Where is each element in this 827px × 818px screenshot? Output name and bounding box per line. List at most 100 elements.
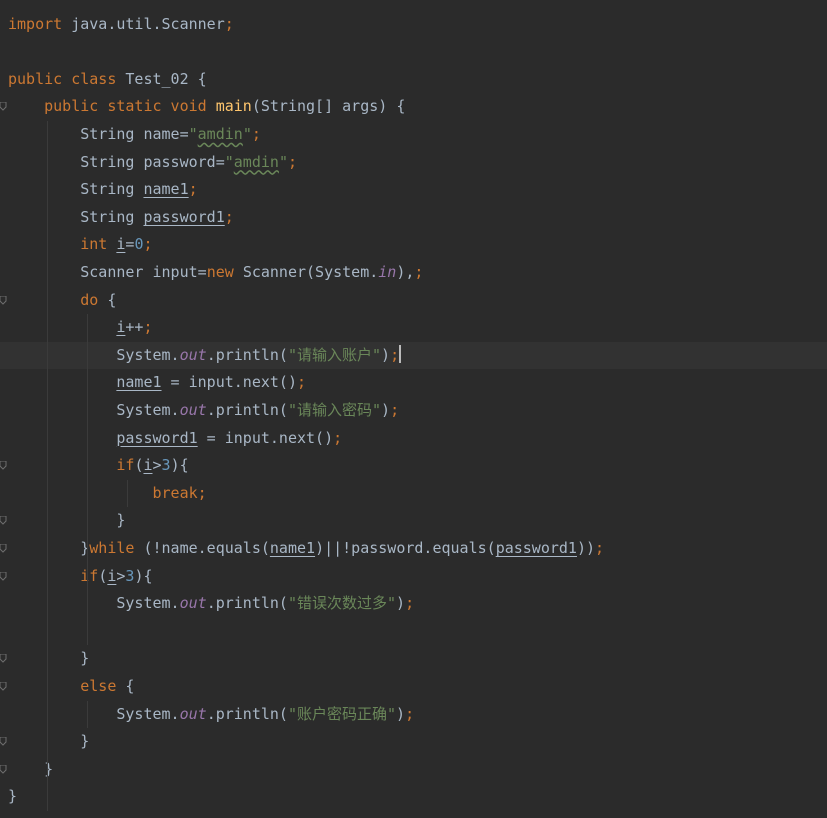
code-token: break xyxy=(152,483,198,502)
fold-icon[interactable] xyxy=(0,681,7,691)
code-text: String password="amdin"; xyxy=(8,149,297,177)
code-line[interactable]: }while (!name.equals(name1)||!password.e… xyxy=(0,535,827,563)
code-token: )||!password.equals( xyxy=(315,538,496,557)
code-token: name1 xyxy=(116,373,162,392)
code-token: ; xyxy=(297,373,307,392)
code-line[interactable]: int i=0; xyxy=(0,231,827,259)
code-token: public class xyxy=(8,69,126,88)
code-line[interactable]: public static void main(String[] args) { xyxy=(0,93,827,121)
code-token: name1 xyxy=(269,538,316,557)
code-token: String xyxy=(8,207,144,226)
indent-guide xyxy=(87,700,88,729)
code-line[interactable]: else { xyxy=(0,673,827,701)
code-token: ) xyxy=(381,345,391,364)
fold-icon[interactable] xyxy=(0,654,7,664)
code-line[interactable]: password1 = input.next(); xyxy=(0,425,827,453)
code-line[interactable] xyxy=(0,38,827,66)
code-text: i++; xyxy=(8,314,152,342)
code-text: }while (!name.equals(name1)||!password.e… xyxy=(8,535,604,563)
code-token: ; xyxy=(287,152,297,171)
code-token: "请输入密码" xyxy=(287,400,382,419)
code-token: (!name.equals( xyxy=(143,538,270,557)
code-text: System.out.println("错误次数过多"); xyxy=(8,590,414,618)
code-token: if xyxy=(80,566,99,585)
code-line[interactable]: import java.util.Scanner; xyxy=(0,11,827,39)
code-line[interactable]: String name="amdin"; xyxy=(0,121,827,149)
fold-icon[interactable] xyxy=(0,516,7,526)
code-token: System. xyxy=(8,345,180,364)
code-token: Scanner(System. xyxy=(242,262,379,281)
code-line[interactable]: if(i>3){ xyxy=(0,563,827,591)
code-token: main xyxy=(215,97,252,116)
code-line[interactable]: break; xyxy=(0,480,827,508)
code-line[interactable]: Scanner input=new Scanner(System.in),; xyxy=(0,259,827,287)
indent-guide xyxy=(127,479,128,508)
code-text: public class Test_02 { xyxy=(8,66,207,94)
code-line[interactable] xyxy=(0,618,827,646)
code-line[interactable]: } xyxy=(0,783,827,811)
code-line[interactable]: if(i>3){ xyxy=(0,452,827,480)
code-line[interactable]: } xyxy=(0,728,827,756)
code-token: " xyxy=(224,152,234,171)
code-text: String name="amdin"; xyxy=(8,121,261,149)
code-token: String password= xyxy=(8,152,225,171)
code-line[interactable]: System.out.println("账户密码正确"); xyxy=(0,701,827,729)
fold-icon[interactable] xyxy=(0,102,7,112)
code-token: ; xyxy=(405,704,415,723)
code-text: } xyxy=(8,645,89,673)
code-token: ; xyxy=(333,428,343,447)
code-text: int i=0; xyxy=(8,231,152,259)
code-line[interactable]: } xyxy=(0,507,827,535)
code-text: password1 = input.next(); xyxy=(8,425,342,453)
code-token: ; xyxy=(595,538,605,557)
code-token: password1 xyxy=(116,428,198,447)
code-token: ; xyxy=(390,400,400,419)
code-token: System. xyxy=(8,704,180,723)
code-line[interactable]: String password="amdin"; xyxy=(0,149,827,177)
code-line[interactable]: System.out.println("请输入账户"); xyxy=(0,341,827,370)
code-line[interactable]: name1 = input.next(); xyxy=(0,369,827,397)
code-line[interactable]: System.out.println("错误次数过多"); xyxy=(0,590,827,618)
fold-icon[interactable] xyxy=(0,764,7,774)
indent-guide xyxy=(87,314,88,591)
code-token: ) xyxy=(396,704,406,723)
code-token: ; xyxy=(414,262,424,281)
fold-icon[interactable] xyxy=(0,295,7,305)
code-text: } xyxy=(8,783,17,811)
fold-icon[interactable] xyxy=(0,461,7,470)
code-line[interactable]: do { xyxy=(0,287,827,315)
fold-icon[interactable] xyxy=(0,571,7,581)
code-line[interactable]: System.out.println("请输入密码"); xyxy=(0,397,827,425)
code-token: amdin xyxy=(233,152,279,171)
fold-icon[interactable] xyxy=(0,737,7,746)
code-token: ; xyxy=(224,207,234,226)
code-token: ( xyxy=(98,566,108,585)
code-text: else { xyxy=(8,673,134,701)
code-line[interactable]: String password1; xyxy=(0,204,827,232)
code-line[interactable]: String name1; xyxy=(0,176,827,204)
code-token: "账户密码正确" xyxy=(287,704,397,723)
indent-guide xyxy=(87,590,88,646)
code-text: System.out.println("请输入密码"); xyxy=(8,397,399,425)
code-token: out xyxy=(179,704,207,723)
code-text: String name1; xyxy=(8,176,197,204)
code-token: out xyxy=(179,400,207,419)
code-line[interactable]: } xyxy=(0,756,827,784)
code-token: "请输入账户" xyxy=(287,345,382,364)
code-token: ){ xyxy=(170,456,189,475)
fold-icon[interactable] xyxy=(0,543,7,553)
code-line[interactable]: i++; xyxy=(0,314,827,342)
code-token: String name= xyxy=(8,124,189,143)
code-token: int xyxy=(80,235,117,254)
code-token: .println( xyxy=(206,345,288,364)
code-token: java.util.Scanner xyxy=(71,14,225,33)
code-editor[interactable]: import java.util.Scanner; public class Te… xyxy=(0,0,827,818)
code-text: } xyxy=(8,507,125,535)
code-token: { xyxy=(107,290,117,309)
code-line[interactable]: public class Test_02 { xyxy=(0,66,827,94)
code-line[interactable]: } xyxy=(0,645,827,673)
